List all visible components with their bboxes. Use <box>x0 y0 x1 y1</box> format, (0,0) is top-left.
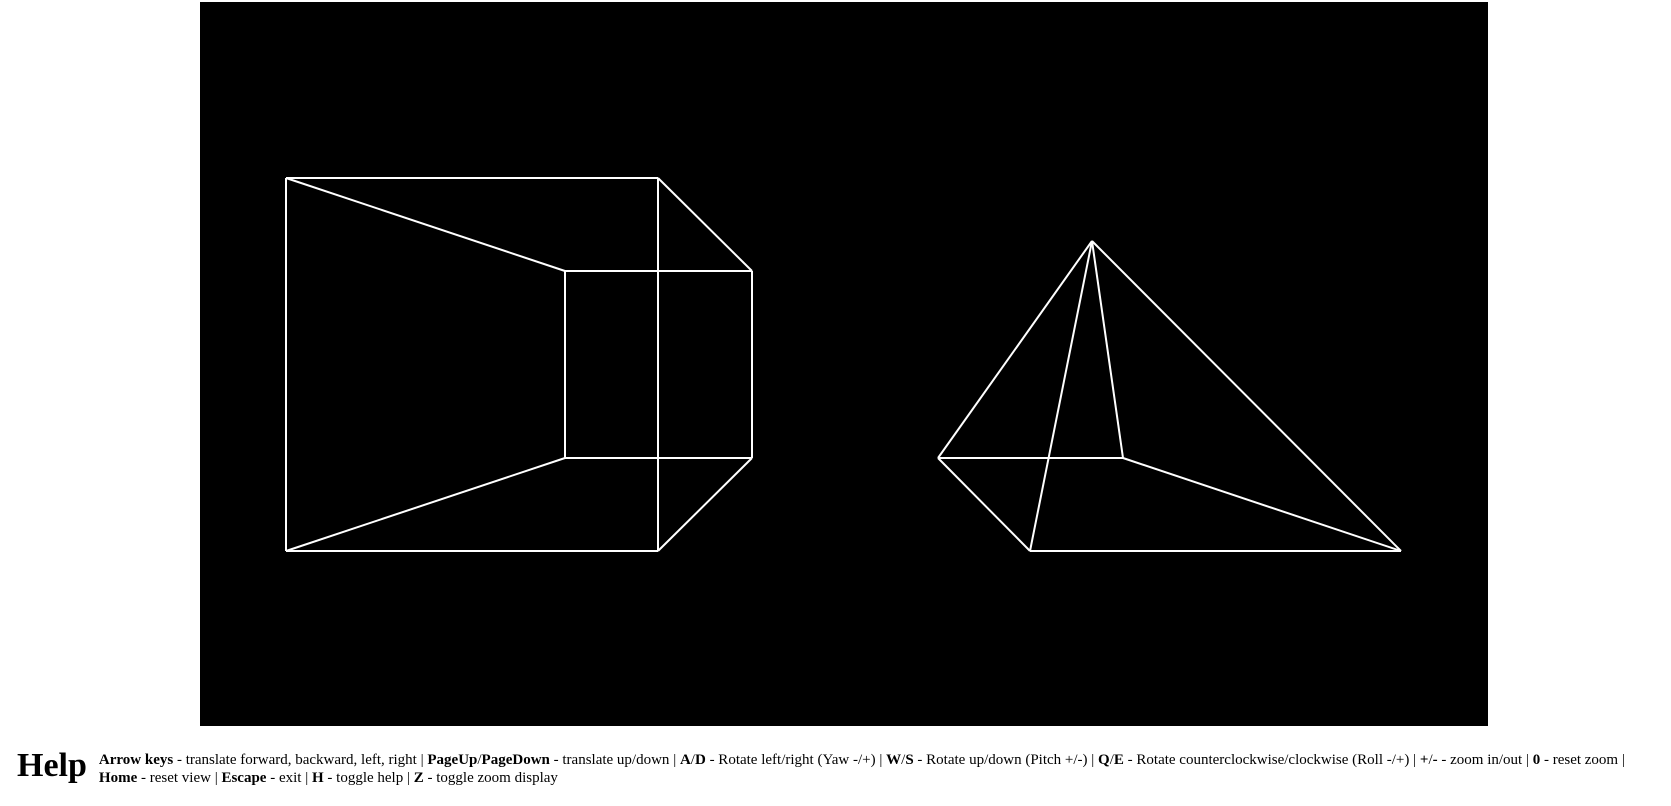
help-panel: Help Arrow keys - translate forward, bac… <box>17 749 1657 787</box>
help-description: - zoom in/out <box>1437 752 1523 768</box>
help-description: - Rotate counterclockwise/clockwise (Rol… <box>1123 752 1410 768</box>
help-key: Escape <box>221 770 267 786</box>
help-description: - Rotate up/down (Pitch +/-) <box>913 752 1088 768</box>
wireframe-scene <box>285 177 1402 552</box>
3d-viewport-canvas[interactable] <box>200 2 1488 726</box>
help-key: Z <box>413 770 424 786</box>
help-description: - toggle zoom display <box>423 770 558 786</box>
help-description: - exit <box>266 770 302 786</box>
help-description: - translate forward, backward, left, rig… <box>173 752 417 768</box>
help-key: E <box>1113 752 1124 768</box>
help-separator: | <box>1522 752 1533 768</box>
wireframe-pyramid <box>937 240 1402 552</box>
help-separator: | <box>416 752 428 768</box>
help-separator: | <box>301 770 312 786</box>
help-item: Home - reset view <box>99 770 211 786</box>
help-key: Home <box>98 770 138 786</box>
help-description: - Rotate left/right (Yaw -/+) <box>705 752 876 768</box>
help-item: Z - toggle zoom display <box>414 770 558 786</box>
help-separator: | <box>210 770 222 786</box>
help-key: PageUp <box>427 752 478 768</box>
help-separator: | <box>1087 752 1099 768</box>
help-item: +/- - zoom in/out <box>1420 752 1522 768</box>
help-description: - toggle help <box>323 770 404 786</box>
help-key: Q <box>1098 752 1110 768</box>
help-separator: | <box>875 752 887 768</box>
help-item: 0 - reset zoom <box>1533 752 1618 768</box>
help-item: A/D - Rotate left/right (Yaw -/+) <box>680 752 876 768</box>
help-item: Arrow keys - translate forward, backward… <box>99 752 417 768</box>
wireframe-cube <box>285 177 753 552</box>
help-key: D <box>694 752 706 768</box>
help-item: Q/E - Rotate counterclockwise/clockwise … <box>1098 752 1409 768</box>
help-key: PageDown <box>481 752 550 768</box>
help-key: W <box>886 752 902 768</box>
help-separator: | <box>403 770 414 786</box>
help-key: H <box>311 770 324 786</box>
help-separator: | <box>1409 752 1420 768</box>
help-item: PageUp/PageDown - translate up/down <box>427 752 669 768</box>
help-key: S <box>905 752 914 768</box>
help-item: H - toggle help <box>312 770 403 786</box>
help-item: Escape - exit <box>221 770 301 786</box>
help-separator: | <box>669 752 680 768</box>
help-description: - reset view <box>137 770 211 786</box>
help-description: - translate up/down <box>549 752 670 768</box>
help-key: Arrow keys <box>98 752 174 768</box>
help-title: Help <box>17 747 87 784</box>
help-item: W/S - Rotate up/down (Pitch +/-) <box>886 752 1087 768</box>
help-key: A <box>679 752 691 768</box>
help-description: - reset zoom <box>1540 752 1619 768</box>
help-text: Arrow keys - translate forward, backward… <box>99 751 1657 787</box>
help-separator: | <box>1618 752 1625 768</box>
